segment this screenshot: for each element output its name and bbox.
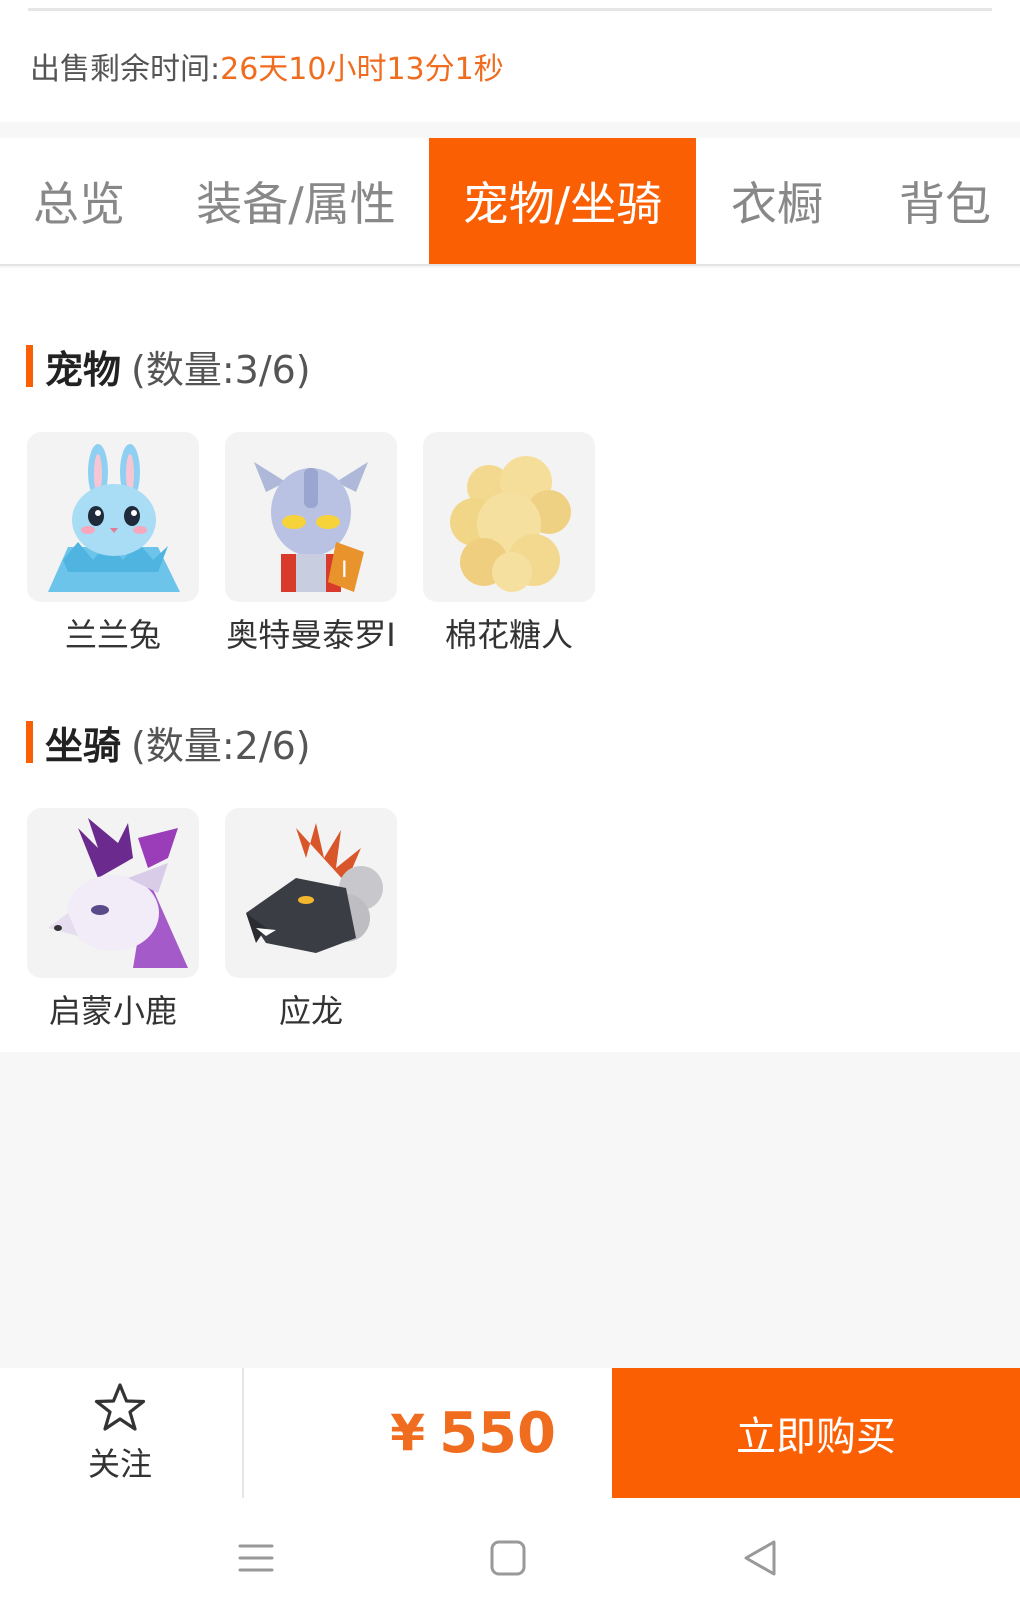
divider xyxy=(28,8,992,11)
mounts-section-title: 坐骑 (数量:2/6) xyxy=(26,718,311,768)
menu-icon[interactable] xyxy=(226,1528,286,1588)
tab-pets-mounts[interactable]: 宠物/坐骑 xyxy=(429,138,696,264)
sale-info-panel: 出售剩余时间:26天10小时13分1秒 xyxy=(0,0,1020,122)
mount-card[interactable]: 应龙 xyxy=(225,808,397,1032)
bottom-action-bar: 关注 ¥ 550 立即购买 xyxy=(0,1368,1020,1498)
tab-backpack[interactable]: 背包 xyxy=(870,138,1020,264)
mounts-count: (数量:2/6) xyxy=(131,723,311,768)
follow-button[interactable]: 关注 xyxy=(0,1368,240,1498)
tab-overview[interactable]: 总览 xyxy=(0,138,158,264)
pet-card[interactable]: I 奥特曼泰罗I xyxy=(225,432,397,656)
star-outline-icon xyxy=(94,1383,146,1431)
pet-name: 奥特曼泰罗I xyxy=(226,616,396,654)
pet-card[interactable]: 兰兰兔 xyxy=(27,432,199,656)
pet-card[interactable]: 棉花糖人 xyxy=(423,432,595,656)
mount-name: 启蒙小鹿 xyxy=(48,992,177,1030)
pets-count: (数量:3/6) xyxy=(131,347,311,392)
mounts-title: 坐骑 xyxy=(45,723,122,768)
mount-name: 应龙 xyxy=(278,992,343,1030)
dragon-icon xyxy=(225,808,397,978)
tab-bar: 总览 装备/属性 宠物/坐骑 衣橱 背包 xyxy=(0,138,1020,266)
marshmallow-man-icon xyxy=(423,432,595,602)
tab-equipment[interactable]: 装备/属性 xyxy=(178,138,414,264)
buy-now-button[interactable]: 立即购买 xyxy=(612,1368,1020,1498)
pets-section-title: 宠物 (数量:3/6) xyxy=(26,342,311,392)
home-square-icon[interactable] xyxy=(478,1528,538,1588)
countdown-label: 出售剩余时间: xyxy=(30,52,221,87)
price-display: ¥ 550 xyxy=(244,1368,612,1498)
pets-mounts-content: 宠物 (数量:3/6) 兰兰兔 I 奥特曼泰罗I 棉花糖人 坐骑 (数量:2/6… xyxy=(0,268,1020,1052)
currency-symbol: ¥ xyxy=(390,1404,426,1462)
white-deer-icon xyxy=(27,808,199,978)
ultraman-taro-icon: I xyxy=(225,432,397,602)
sale-countdown: 出售剩余时间:26天10小时13分1秒 xyxy=(30,44,504,88)
pets-title: 宠物 xyxy=(45,347,122,392)
price-value: 550 xyxy=(439,1400,556,1466)
pet-name: 棉花糖人 xyxy=(444,616,573,654)
pet-name: 兰兰兔 xyxy=(64,616,161,654)
tab-wardrobe[interactable]: 衣橱 xyxy=(712,138,842,264)
svg-text:I: I xyxy=(341,556,348,583)
follow-label: 关注 xyxy=(87,1445,152,1483)
section-accent-bar xyxy=(26,345,33,387)
countdown-value: 26天10小时13分1秒 xyxy=(220,52,504,87)
section-accent-bar xyxy=(26,721,33,763)
system-nav-bar xyxy=(0,1498,1020,1624)
back-triangle-icon[interactable] xyxy=(730,1528,790,1588)
blue-rabbit-icon xyxy=(27,432,199,602)
mount-card[interactable]: 启蒙小鹿 xyxy=(27,808,199,1032)
